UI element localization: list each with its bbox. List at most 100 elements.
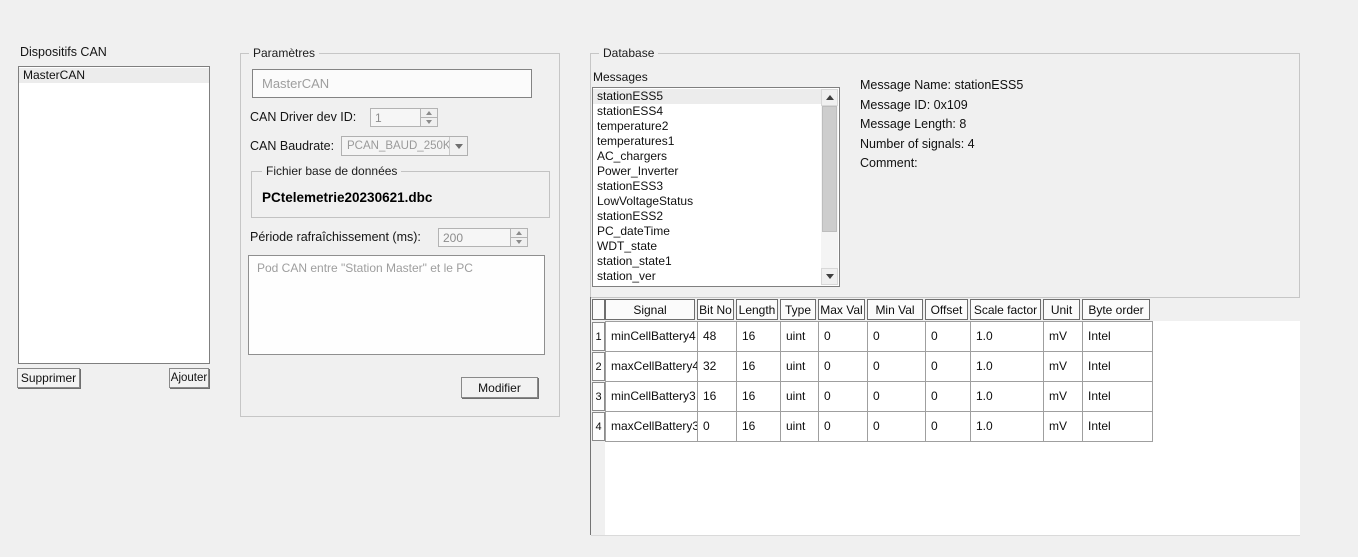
signal-table-cell[interactable]: mV xyxy=(1044,412,1083,442)
signal-table-cell[interactable]: 32 xyxy=(698,352,737,382)
driver-id-value: 1 xyxy=(375,109,382,126)
driver-id-spinner[interactable]: 1 xyxy=(370,108,438,127)
signal-table-cell[interactable]: 1.0 xyxy=(971,322,1044,352)
column-header-signal[interactable]: Signal xyxy=(605,299,695,320)
arrow-down-icon xyxy=(426,120,432,124)
column-header-unit[interactable]: Unit xyxy=(1043,299,1080,320)
column-header-type[interactable]: Type xyxy=(780,299,816,320)
signal-table-cell[interactable]: Intel xyxy=(1083,352,1153,382)
message-list-item[interactable]: temperature2 xyxy=(593,119,821,134)
signal-table-cell[interactable]: mV xyxy=(1044,322,1083,352)
scrollbar-thumb[interactable] xyxy=(822,106,837,232)
signal-table-cell[interactable]: uint xyxy=(781,322,819,352)
baudrate-label: CAN Baudrate: xyxy=(250,139,334,153)
signal-table-cell[interactable]: 0 xyxy=(819,322,868,352)
message-detail-line: Message ID: 0x109 xyxy=(860,96,1023,116)
signal-table-cell[interactable]: 0 xyxy=(868,322,926,352)
signal-table-cell[interactable]: 0 xyxy=(868,382,926,412)
message-list-item[interactable]: stationESS5 xyxy=(593,89,821,104)
messages-list[interactable]: stationESS5stationESS4temperature2temper… xyxy=(592,87,840,287)
row-header-1[interactable]: 1 xyxy=(592,322,605,351)
device-list-item[interactable]: MasterCAN xyxy=(19,68,209,83)
signal-table-cell[interactable]: minCellBattery3 xyxy=(606,382,698,412)
devices-list[interactable]: MasterCAN xyxy=(18,66,210,364)
message-list-item[interactable]: temperatures1 xyxy=(593,134,821,149)
signal-table-cell[interactable]: Intel xyxy=(1083,412,1153,442)
signal-table-cell[interactable]: 0 xyxy=(819,352,868,382)
signal-table-cell[interactable]: 0 xyxy=(926,352,971,382)
signal-table-cell[interactable]: 0 xyxy=(868,412,926,442)
column-header-max-val[interactable]: Max Val xyxy=(818,299,865,320)
signal-table-cell[interactable]: minCellBattery4 xyxy=(606,322,698,352)
signal-table-cell[interactable]: 0 xyxy=(926,382,971,412)
signals-table-grid: minCellBattery44816uint0001.0mVIntelmaxC… xyxy=(605,321,1153,442)
message-list-item[interactable]: stationESS2 xyxy=(593,209,821,224)
signal-table-cell[interactable]: 16 xyxy=(737,382,781,412)
table-corner-cell xyxy=(592,299,605,320)
signal-table-cell[interactable]: 1.0 xyxy=(971,352,1044,382)
column-header-length[interactable]: Length xyxy=(736,299,778,320)
delete-device-button[interactable]: Supprimer xyxy=(17,368,80,388)
signal-table-cell[interactable]: maxCellBattery4 xyxy=(606,352,698,382)
signal-table-cell[interactable]: uint xyxy=(781,382,819,412)
column-header-scale-factor[interactable]: Scale factor xyxy=(970,299,1041,320)
spinner-up-button[interactable] xyxy=(511,229,527,238)
signal-table-cell[interactable]: 0 xyxy=(819,382,868,412)
signal-table-cell[interactable]: Intel xyxy=(1083,322,1153,352)
signal-table-row[interactable]: maxCellBattery3016uint0001.0mVIntel xyxy=(606,412,1153,442)
row-header-3[interactable]: 3 xyxy=(592,382,605,411)
scroll-up-button[interactable] xyxy=(821,89,838,106)
signal-table-cell[interactable]: 0 xyxy=(926,322,971,352)
message-list-item[interactable]: station_state1 xyxy=(593,254,821,269)
column-header-byte-order[interactable]: Byte order xyxy=(1082,299,1150,320)
signal-table-row[interactable]: minCellBattery31616uint0001.0mVIntel xyxy=(606,382,1153,412)
message-list-item[interactable]: Power_Inverter xyxy=(593,164,821,179)
db-file-name: PCtelemetrie20230621.dbc xyxy=(262,190,432,205)
signal-table-cell[interactable]: mV xyxy=(1044,382,1083,412)
message-list-item[interactable]: LowVoltageStatus xyxy=(593,194,821,209)
signal-table-row[interactable]: maxCellBattery43216uint0001.0mVIntel xyxy=(606,352,1153,382)
signal-table-cell[interactable]: 0 xyxy=(819,412,868,442)
messages-scrollbar[interactable] xyxy=(821,89,838,285)
signal-table-cell[interactable]: mV xyxy=(1044,352,1083,382)
signal-table-cell[interactable]: Intel xyxy=(1083,382,1153,412)
spinner-down-button[interactable] xyxy=(421,118,437,126)
device-comment-textarea[interactable]: Pod CAN entre "Station Master" et le PC xyxy=(248,255,545,355)
device-name-field[interactable]: MasterCAN xyxy=(252,69,532,98)
signal-table-cell[interactable]: 16 xyxy=(737,322,781,352)
message-list-item[interactable]: stationESS4 xyxy=(593,104,821,119)
message-list-item[interactable]: WDT_state xyxy=(593,239,821,254)
dropdown-arrow-button[interactable] xyxy=(449,137,467,155)
refresh-period-spinner[interactable]: 200 xyxy=(438,228,528,247)
spinner-up-button[interactable] xyxy=(421,109,437,118)
scroll-down-button[interactable] xyxy=(821,268,838,285)
modify-button[interactable]: Modifier xyxy=(461,377,538,398)
signal-table-cell[interactable]: 0 xyxy=(698,412,737,442)
baudrate-dropdown[interactable]: PCAN_BAUD_250K xyxy=(341,136,468,156)
message-list-item[interactable]: PC_dateTime xyxy=(593,224,821,239)
signal-table-cell[interactable]: uint xyxy=(781,412,819,442)
signal-table-cell[interactable]: 16 xyxy=(698,382,737,412)
signal-table-cell[interactable]: 48 xyxy=(698,322,737,352)
signal-table-cell[interactable]: 0 xyxy=(926,412,971,442)
signal-table-cell[interactable]: 0 xyxy=(868,352,926,382)
signal-table-cell[interactable]: 1.0 xyxy=(971,412,1044,442)
column-header-offset[interactable]: Offset xyxy=(925,299,968,320)
signal-table-cell[interactable]: maxCellBattery3 xyxy=(606,412,698,442)
message-list-item[interactable]: stationESS3 xyxy=(593,179,821,194)
arrow-up-icon xyxy=(826,95,834,100)
add-device-button[interactable]: Ajouter xyxy=(169,368,209,388)
driver-id-spin-buttons xyxy=(420,109,437,126)
signal-table-cell[interactable]: uint xyxy=(781,352,819,382)
signal-table-cell[interactable]: 1.0 xyxy=(971,382,1044,412)
spinner-down-button[interactable] xyxy=(511,238,527,246)
row-header-2[interactable]: 2 xyxy=(592,352,605,381)
row-header-4[interactable]: 4 xyxy=(592,412,605,441)
message-list-item[interactable]: AC_chargers xyxy=(593,149,821,164)
column-header-bit-no[interactable]: Bit No xyxy=(697,299,734,320)
signal-table-cell[interactable]: 16 xyxy=(737,412,781,442)
message-list-item[interactable]: station_ver xyxy=(593,269,821,284)
column-header-min-val[interactable]: Min Val xyxy=(867,299,923,320)
signal-table-cell[interactable]: 16 xyxy=(737,352,781,382)
signal-table-row[interactable]: minCellBattery44816uint0001.0mVIntel xyxy=(606,322,1153,352)
